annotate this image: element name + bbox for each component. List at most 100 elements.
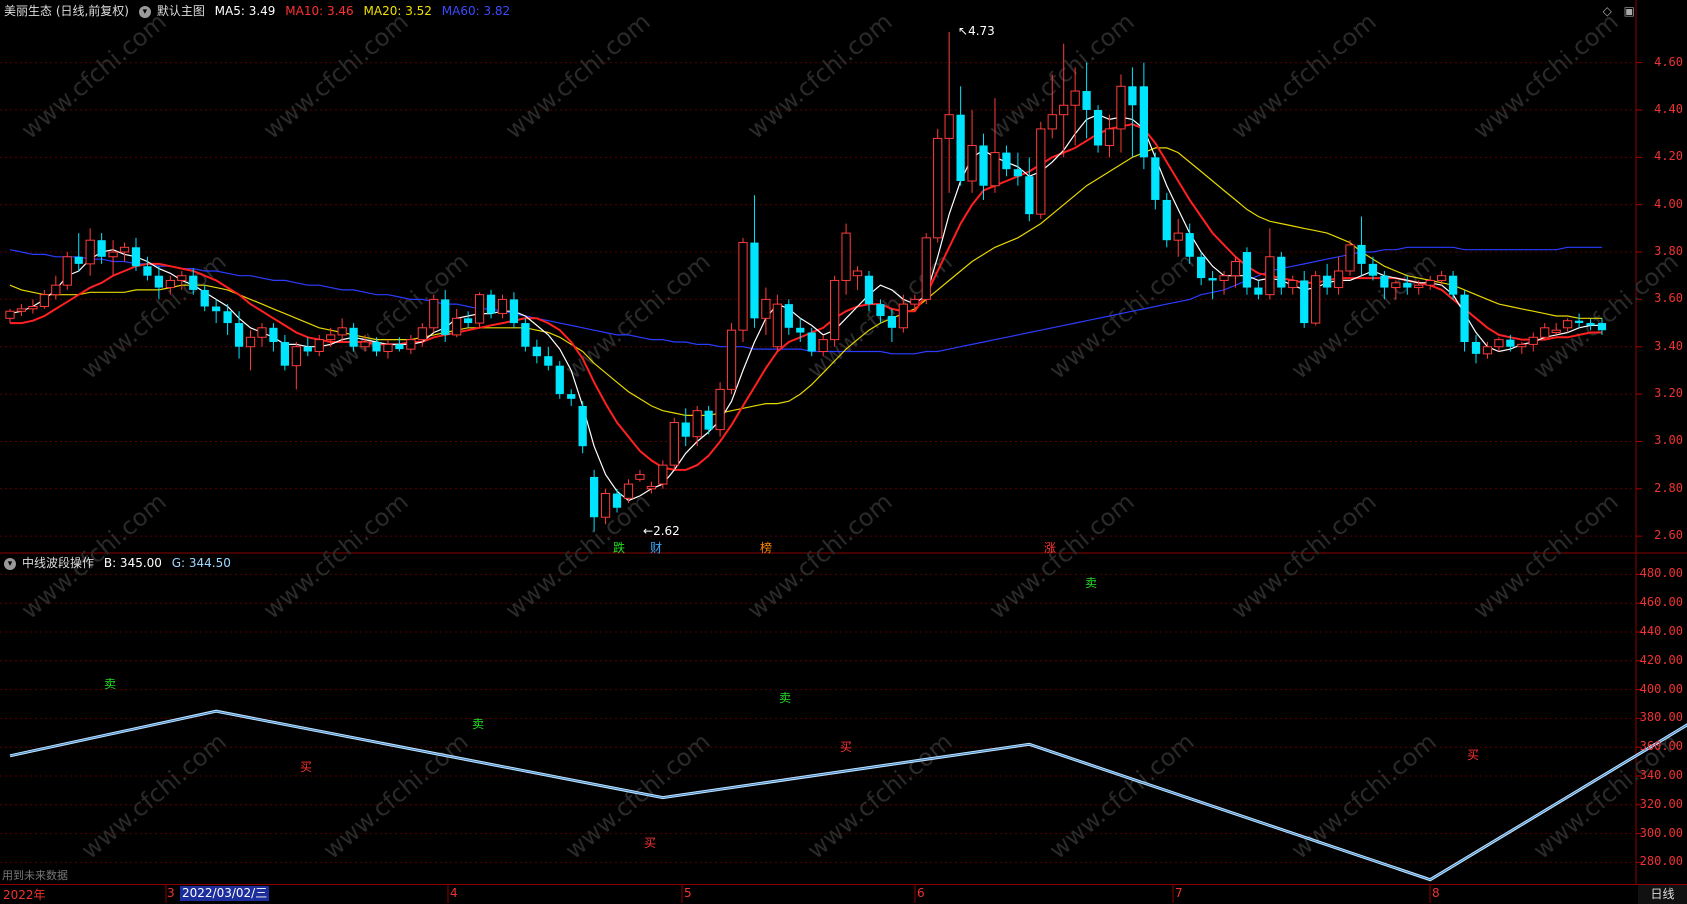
period-selector[interactable]: 日线 [1638,884,1687,904]
candle [429,294,439,333]
candle [1208,270,1217,300]
candle-body [1300,280,1309,324]
candle-body [1013,169,1023,177]
candle-body [372,342,381,352]
event-tag[interactable]: 跌 [613,539,625,556]
price-axis-label: 4.40 [1654,101,1683,116]
candle-body [704,410,713,430]
restore-icon[interactable]: ▣ [1624,4,1635,18]
candle-body [474,294,485,324]
candle-body [177,275,187,281]
candle [1551,323,1561,335]
watermark-text: www.cfchi.com [258,487,414,624]
x-label-august: 8 [1432,886,1440,900]
diamond-icon[interactable]: ◇ [1603,4,1612,18]
candle-body [1047,114,1057,130]
candle [474,292,485,328]
candle-body [1277,256,1286,288]
candle-body [1288,279,1298,289]
candle [257,323,267,347]
candle-body [772,303,782,348]
candle-body [715,388,725,431]
candle-body [1403,282,1412,288]
future-data-note: 用到未来数据 [2,869,68,882]
candle-body [1345,244,1355,272]
candle [555,360,564,399]
candle [956,86,965,186]
candle-body [1322,275,1332,288]
candle-body [1368,263,1378,276]
watermark-text: www.cfchi.com [318,247,474,384]
candle-body [567,394,576,399]
candle-body [933,137,943,239]
event-tag[interactable]: 榜 [760,539,772,556]
candle-body [1357,244,1366,264]
candle-body [1093,109,1103,146]
candle [245,330,256,371]
candle [692,405,702,447]
candle-body [337,327,347,336]
candle-body [830,279,840,341]
candle [738,237,748,343]
candle-body [464,318,473,324]
stock-title[interactable]: 美丽生态 (日线,前复权) [4,4,129,18]
candle-body [1391,282,1401,289]
candle [51,275,61,300]
candle-body [1070,90,1080,106]
stock-chart[interactable]: www.cfchi.com www.cfchi.com www.cfchi.com w… [0,0,1687,903]
candle [39,289,49,309]
candle [406,334,416,354]
candle-body [544,356,553,366]
candle-body [257,327,267,338]
candle-body [1242,252,1252,288]
candle [761,287,771,335]
candle [933,128,943,243]
candle-body [1025,176,1034,215]
indicator-name[interactable]: 默认主图 [157,4,205,18]
sub-header: ▾ 中线波段操作 B: 345.00 G: 344.50 [4,554,237,572]
candle [1139,62,1148,170]
candle [1242,247,1252,295]
sell-signal: 卖 [1085,576,1098,590]
event-tag[interactable]: 涨 [1044,539,1056,556]
candle-body [967,144,977,182]
candle-body [1482,346,1493,355]
candle [441,289,450,343]
candle [967,109,977,193]
candle-body [944,114,954,139]
candle-body [898,303,908,329]
candle [544,346,553,371]
candle-body [212,306,221,312]
watermark-text: www.cfchi.com [1226,487,1382,624]
candle [1540,323,1550,340]
candle [119,242,130,262]
sub-indicator-name[interactable]: 中线波段操作 [22,556,94,570]
watermark-text: www.cfchi.com [318,727,474,864]
candle-body [726,329,737,390]
candle [131,237,141,271]
candle-body [303,346,312,352]
candle-body [578,405,587,447]
candle [497,294,508,319]
candle-body [1219,275,1229,281]
candle-body [1494,339,1504,348]
dropdown-icon[interactable]: ▾ [4,557,16,570]
price-axis-label: 3.00 [1654,433,1683,448]
candle [852,266,863,290]
candle [635,469,645,482]
candlesticks[interactable] [5,31,1607,532]
candle-body [921,237,931,300]
candle-body [956,114,965,182]
candle-body [1208,278,1217,281]
candle-body [1139,86,1148,158]
candle [681,408,690,447]
candle [1482,342,1493,359]
candle-body [910,298,920,305]
candle [1448,270,1458,300]
dropdown-icon[interactable]: ▾ [138,5,151,18]
candle-body [314,339,324,352]
candle-body [1551,329,1561,334]
event-tag[interactable]: 财 [650,539,662,556]
candle-body [1471,342,1481,354]
candle-body [85,239,95,265]
